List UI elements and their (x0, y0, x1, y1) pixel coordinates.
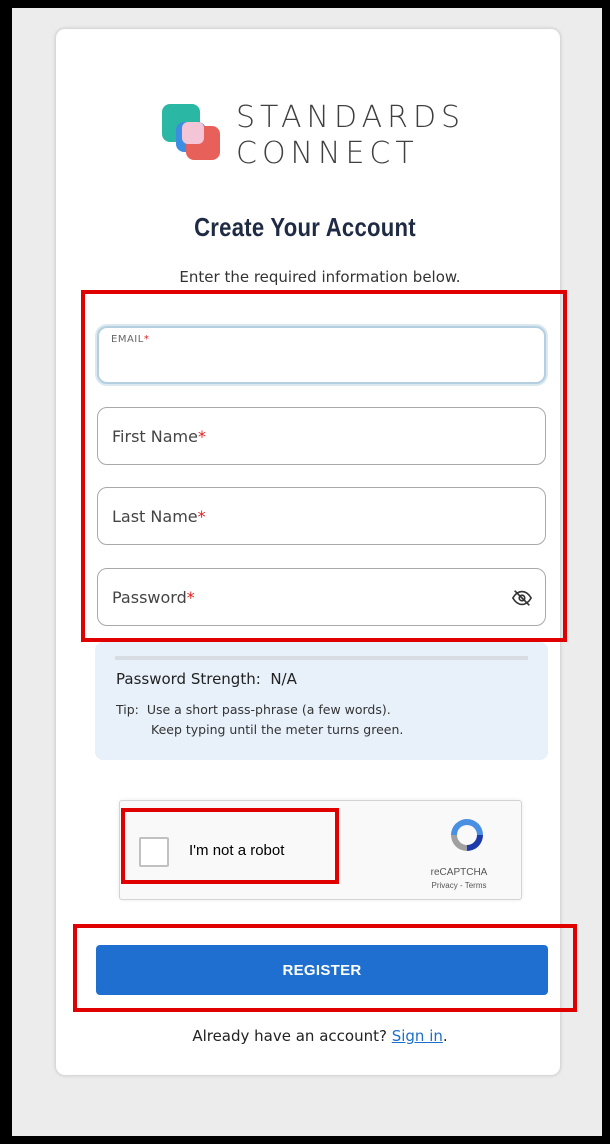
logo-mark-icon (162, 104, 234, 176)
form-highlight-box (81, 290, 567, 642)
recaptcha-brand: reCAPTCHA (430, 867, 488, 878)
logo-line-1: STANDARDS (236, 100, 466, 135)
logo-wordmark: STANDARDS CONNECT (236, 100, 465, 172)
logo-line-2: CONNECT (236, 136, 419, 171)
signin-link[interactable]: Sign in (392, 1027, 443, 1045)
robot-highlight-box (121, 808, 339, 884)
password-strength-panel: Password Strength: N/A Tip: Use a short … (95, 642, 548, 760)
recaptcha-logo-icon (451, 819, 483, 851)
standards-connect-logo: STANDARDS CONNECT (162, 100, 502, 180)
register-button[interactable]: REGISTER (96, 945, 548, 995)
recaptcha-links[interactable]: Privacy - Terms (409, 881, 509, 890)
page-title: Create Your Account (194, 212, 416, 242)
password-tip: Tip: Use a short pass-phrase (a few word… (116, 702, 404, 737)
signin-prompt: Already have an account? Sign in. (192, 1027, 448, 1045)
password-strength-text: Password Strength: N/A (116, 670, 297, 688)
password-strength-meter (115, 656, 528, 660)
page-subtitle: Enter the required information below. (179, 268, 461, 286)
